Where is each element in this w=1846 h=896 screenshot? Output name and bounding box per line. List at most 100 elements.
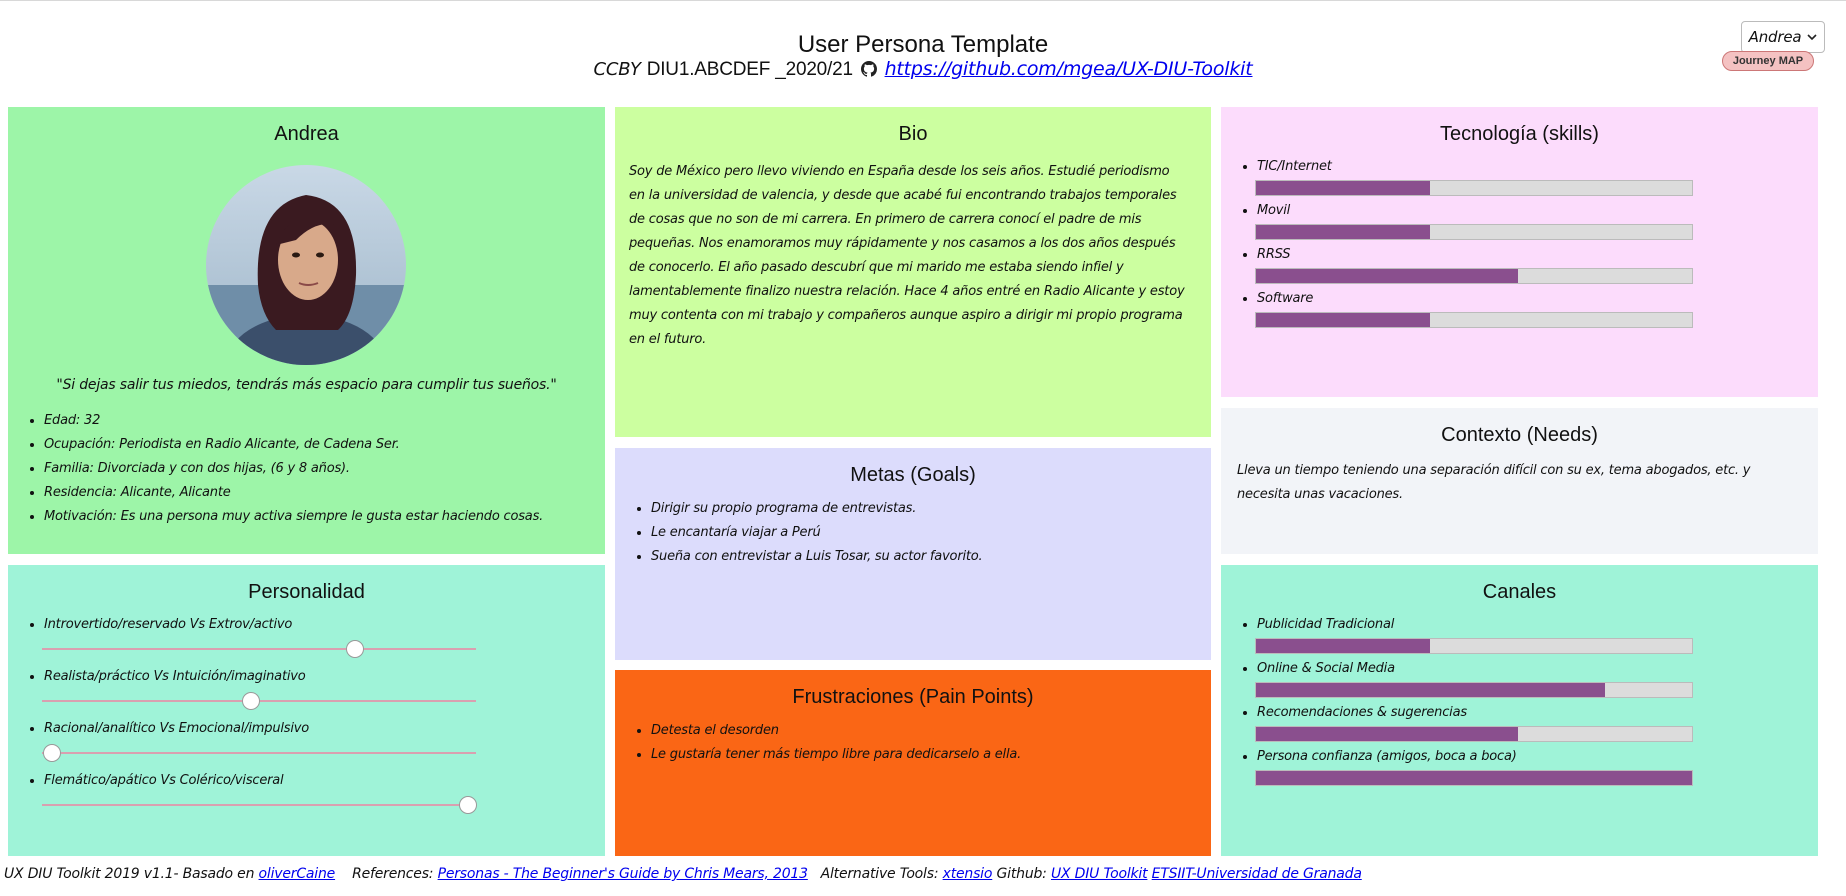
needs-text: Lleva un tiempo teniendo una separación … bbox=[1237, 463, 1751, 502]
footer-references-link[interactable]: Personas - The Beginner's Guide by Chris… bbox=[438, 866, 808, 882]
journey-map-button[interactable]: Journey MAP bbox=[1722, 51, 1814, 71]
footer-alt-label: Alternative Tools: bbox=[820, 866, 939, 882]
channel-label: Online & Social Media bbox=[1257, 661, 1395, 676]
pain-points-list: Detesta el desorden Le gustaría tener má… bbox=[637, 719, 1189, 767]
slider-thumb[interactable] bbox=[42, 744, 61, 762]
channel-label: Persona confianza (amigos, boca a boca) bbox=[1257, 749, 1517, 764]
channel-progress-bar bbox=[1255, 770, 1693, 786]
personality-trait: Racional/analítico Vs Emocional/impulsiv… bbox=[42, 718, 583, 762]
detail-occupation: Ocupación: Periodista en Radio Alicante,… bbox=[44, 433, 583, 457]
detail-motivation: Motivación: Es una persona muy activa si… bbox=[44, 505, 583, 529]
slider-thumb[interactable] bbox=[242, 692, 261, 710]
cc-license-label: CCBY bbox=[593, 59, 641, 80]
tech-skill-list: TIC/Internet Movil RRSS Software bbox=[1243, 156, 1796, 328]
personality-trait-label: Introvertido/reservado Vs Extrov/activo bbox=[44, 617, 293, 632]
personality-slider[interactable] bbox=[42, 692, 476, 710]
channel-label: Publicidad Tradicional bbox=[1257, 617, 1395, 632]
channel-progress-fill bbox=[1256, 683, 1605, 697]
goal-item: Le encantaría viajar a Perú bbox=[651, 521, 1189, 545]
slider-track bbox=[42, 648, 476, 650]
detail-age: Edad: 32 bbox=[44, 409, 583, 433]
github-icon bbox=[860, 61, 877, 77]
top-divider bbox=[0, 0, 1846, 1]
personality-slider[interactable] bbox=[42, 640, 476, 658]
personality-slider[interactable] bbox=[42, 744, 476, 762]
tech-skill-progress-fill bbox=[1256, 313, 1431, 327]
page-title: User Persona Template bbox=[797, 31, 1049, 59]
channel-label: Recomendaciones & sugerencias bbox=[1257, 705, 1467, 720]
channel-progress-bar bbox=[1255, 682, 1693, 698]
needs-title: Contexto (Needs) bbox=[1441, 424, 1598, 446]
slider-track bbox=[42, 804, 476, 806]
footer-prefix: UX DIU Toolkit 2019 v1.1- Basado en bbox=[4, 866, 255, 882]
goals-list: Dirigir su propio programa de entrevista… bbox=[637, 497, 1189, 569]
persona-quote: "Si dejas salir tus miedos, tendrás más … bbox=[56, 377, 557, 393]
channel-progress-fill bbox=[1256, 727, 1518, 741]
needs-card: Contexto (Needs) Lleva un tiempo teniend… bbox=[1221, 408, 1818, 554]
tech-skill-progress-bar bbox=[1255, 312, 1693, 328]
tech-card: Tecnología (skills) TIC/Internet Movil RRS… bbox=[1221, 107, 1818, 397]
personality-slider[interactable] bbox=[42, 796, 478, 814]
tech-skill-progress-fill bbox=[1256, 225, 1431, 239]
tech-skill-item: Movil bbox=[1255, 200, 1796, 240]
persona-name: Andrea bbox=[274, 123, 339, 145]
tech-skill-progress-fill bbox=[1256, 269, 1518, 283]
channel-item: Recomendaciones & sugerencias bbox=[1255, 702, 1796, 742]
subtitle: CCBY DIU1.ABCDEF _2020/21 https://github… bbox=[0, 58, 1846, 81]
goal-item: Sueña con entrevistar a Luis Tosar, su a… bbox=[651, 545, 1189, 569]
channel-progress-fill bbox=[1256, 771, 1692, 785]
tech-skill-label: RRSS bbox=[1257, 247, 1291, 262]
chevron-down-icon bbox=[1807, 34, 1817, 41]
tech-skill-item: TIC/Internet bbox=[1255, 156, 1796, 196]
footer-github-link[interactable]: UX DIU Toolkit bbox=[1051, 866, 1148, 882]
bio-card: Bio Soy de México pero llevo viviendo en… bbox=[615, 107, 1211, 437]
channels-list: Publicidad Tradicional Online & Social Me… bbox=[1243, 614, 1796, 786]
channels-card: Canales Publicidad Tradicional Online & S… bbox=[1221, 565, 1818, 856]
channels-title: Canales bbox=[1482, 581, 1557, 603]
personality-trait: Introvertido/reservado Vs Extrov/activo bbox=[42, 614, 583, 658]
tech-title: Tecnología (skills) bbox=[1440, 123, 1599, 145]
channel-progress-bar bbox=[1255, 726, 1693, 742]
channel-progress-bar bbox=[1255, 638, 1693, 654]
goals-title: Metas (Goals) bbox=[850, 464, 976, 486]
slider-thumb[interactable] bbox=[459, 796, 478, 814]
pain-points-card: Frustraciones (Pain Points) Detesta el d… bbox=[615, 670, 1211, 856]
personality-trait-label: Flemático/apático Vs Colérico/visceral bbox=[44, 773, 284, 788]
channel-item: Online & Social Media bbox=[1255, 658, 1796, 698]
slider-thumb[interactable] bbox=[346, 640, 365, 658]
avatar-photo bbox=[206, 165, 406, 365]
goals-card: Metas (Goals) Dirigir su propio programa… bbox=[615, 448, 1211, 660]
detail-residence: Residencia: Alicante, Alicante bbox=[44, 481, 583, 505]
personality-title: Personalidad bbox=[248, 581, 365, 603]
channel-progress-fill bbox=[1256, 639, 1431, 653]
personality-card: Personalidad Introvertido/reservado Vs E… bbox=[8, 565, 605, 856]
tech-skill-label: Software bbox=[1257, 291, 1314, 306]
persona-details: Edad: 32 Ocupación: Periodista en Radio … bbox=[30, 409, 583, 529]
footer-references-label: References: bbox=[352, 866, 434, 882]
footer-alt-link[interactable]: xtensio bbox=[943, 866, 993, 882]
pain-point-item: Detesta el desorden bbox=[651, 719, 1189, 743]
channel-item: Persona confianza (amigos, boca a boca) bbox=[1255, 746, 1796, 786]
tech-skill-progress-bar bbox=[1255, 180, 1693, 196]
channel-item: Publicidad Tradicional bbox=[1255, 614, 1796, 654]
pain-point-item: Le gustaría tener más tiempo libre para … bbox=[651, 743, 1189, 767]
footer-university-link[interactable]: ETSIIT-Universidad de Granada bbox=[1152, 866, 1362, 882]
slider-track bbox=[42, 752, 476, 754]
pain-points-title: Frustraciones (Pain Points) bbox=[792, 686, 1034, 708]
footer-github-label: Github: bbox=[996, 866, 1047, 882]
personality-trait: Realista/práctico Vs Intuición/imaginati… bbox=[42, 666, 583, 710]
personality-trait-label: Realista/práctico Vs Intuición/imaginati… bbox=[44, 669, 306, 684]
bio-title: Bio bbox=[898, 123, 928, 145]
tech-skill-label: TIC/Internet bbox=[1257, 159, 1332, 174]
persona-select[interactable]: Andrea bbox=[1741, 21, 1825, 53]
tech-skill-progress-bar bbox=[1255, 268, 1693, 284]
tech-skill-progress-bar bbox=[1255, 224, 1693, 240]
tech-skill-progress-fill bbox=[1256, 181, 1431, 195]
tech-skill-label: Movil bbox=[1257, 203, 1291, 218]
footer-based-link[interactable]: oliverCaine bbox=[259, 866, 336, 882]
personality-trait-list: Introvertido/reservado Vs Extrov/activo R… bbox=[30, 614, 583, 814]
repo-link[interactable]: https://github.com/mgea/UX-DIU-Toolkit bbox=[885, 58, 1253, 80]
detail-family: Familia: Divorciada y con dos hijas, (6 … bbox=[44, 457, 583, 481]
bio-text: Soy de México pero llevo viviendo en Esp… bbox=[629, 164, 1185, 347]
persona-select-value: Andrea bbox=[1748, 28, 1802, 46]
